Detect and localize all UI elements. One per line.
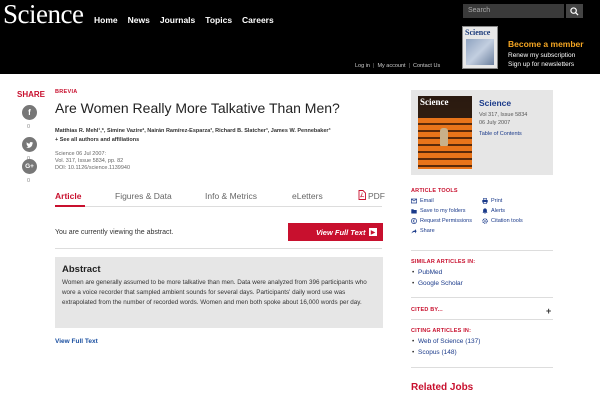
cited-by-heading[interactable]: CITED BY... <box>411 307 443 313</box>
article-tabs: Article Figures & Data Info & Metrics eL… <box>55 185 385 207</box>
newsletter-signup-link[interactable]: Sign up for newsletters <box>508 61 574 68</box>
nav-careers[interactable]: Careers <box>242 15 274 25</box>
site-header: Science Home News Journals Topics Career… <box>0 0 600 74</box>
science-logo[interactable]: Science <box>3 0 84 28</box>
my-account-link[interactable]: My account <box>377 63 405 69</box>
article-section-kicker[interactable]: BREVIA <box>55 89 78 95</box>
view-full-text-button[interactable]: View Full Text ▶ <box>288 223 383 241</box>
print-icon <box>482 198 488 204</box>
chevron-right-icon: ▶ <box>369 228 377 236</box>
search-icon <box>570 6 579 16</box>
bell-icon <box>482 208 488 214</box>
abstract-panel: Abstract Women are generally assumed to … <box>55 257 383 328</box>
contact-us-link[interactable]: Contact Us <box>413 63 440 69</box>
citation-tools-tool[interactable]: Citation tools <box>482 218 523 224</box>
separator: | <box>373 63 375 69</box>
nav-journals[interactable]: Journals <box>160 15 195 25</box>
google-scholar-link[interactable]: Google Scholar <box>412 280 463 287</box>
citing-articles-heading: CITING ARTICLES IN: <box>411 328 472 334</box>
nav-topics[interactable]: Topics <box>205 15 232 25</box>
main-nav: Home News Journals Topics Careers <box>94 15 274 25</box>
issue-cover-title: Science <box>420 97 449 107</box>
twitter-icon <box>25 141 33 148</box>
article-doi[interactable]: DOI: 10.1126/science.1139940 <box>55 165 130 171</box>
sidebar-divider <box>411 297 553 298</box>
cover-figure-art <box>440 128 448 146</box>
citation-tools-label: Citation tools <box>491 218 523 224</box>
search-button[interactable] <box>566 4 583 18</box>
article-volume: Vol. 317, Issue 5834, pp. 82 <box>55 158 124 164</box>
sidebar-divider <box>411 250 553 251</box>
facebook-share-button[interactable]: f <box>22 105 37 120</box>
alerts-label: Alerts <box>491 208 506 214</box>
expand-plus-icon[interactable]: + <box>546 306 551 316</box>
active-tab-indicator <box>55 205 85 207</box>
gear-icon <box>482 218 488 224</box>
google-plus-icon: G+ <box>25 163 34 170</box>
viewing-abstract-notice: You are currently viewing the abstract. <box>55 229 174 236</box>
share-label: SHARE <box>17 90 46 99</box>
tab-figures-data[interactable]: Figures & Data <box>115 191 172 201</box>
alerts-tool[interactable]: Alerts <box>482 208 505 214</box>
email-icon <box>411 198 417 204</box>
request-permissions-tool[interactable]: Request Permissions <box>411 218 472 224</box>
share-tool[interactable]: Share <box>411 228 435 234</box>
twitter-share-button[interactable] <box>22 137 37 152</box>
scopus-link[interactable]: Scopus (148) <box>412 349 457 356</box>
search-input[interactable]: Search <box>463 4 564 18</box>
account-links: Log in | My account | Contact Us <box>355 63 440 69</box>
similar-articles-heading: SIMILAR ARTICLES IN: <box>411 259 476 265</box>
see-all-authors-link[interactable]: + See all authors and affiliations <box>55 137 139 143</box>
share-icon <box>411 229 417 234</box>
pubmed-link[interactable]: PubMed <box>412 269 442 276</box>
view-full-text-label: View Full Text <box>316 227 366 237</box>
copyright-icon <box>411 218 417 224</box>
issue-cover-image[interactable]: Science <box>418 96 472 169</box>
view-full-text-link[interactable]: View Full Text <box>55 338 98 345</box>
save-to-folders-label: Save to my folders <box>420 208 466 214</box>
journal-name-link[interactable]: Science <box>479 98 511 108</box>
web-of-science-link[interactable]: Web of Science (137) <box>412 338 480 345</box>
email-tool-label: Email <box>420 198 434 204</box>
email-tool[interactable]: Email <box>411 198 434 204</box>
related-jobs-heading: Related Jobs <box>411 382 474 393</box>
sidebar-divider <box>411 367 553 368</box>
article-authors[interactable]: Matthias R. Mehl¹,*, Simine Vazire², Nai… <box>55 128 330 134</box>
request-permissions-label: Request Permissions <box>420 218 472 224</box>
abstract-heading: Abstract <box>62 264 101 275</box>
pdf-icon <box>358 190 366 200</box>
article-title: Are Women Really More Talkative Than Men… <box>55 100 340 116</box>
facebook-share-count: 0 <box>27 124 31 130</box>
cover-art <box>466 39 494 65</box>
nav-news[interactable]: News <box>128 15 150 25</box>
sidebar-divider <box>411 319 553 320</box>
issue-date: 06 July 2007 <box>479 120 511 126</box>
section-divider <box>55 248 382 249</box>
table-of-contents-link[interactable]: Table of Contents <box>479 131 522 137</box>
issue-volume: Vol 317, Issue 5834 <box>479 112 528 118</box>
share-tool-label: Share <box>420 228 435 234</box>
separator: | <box>408 63 410 69</box>
print-tool-label: Print <box>491 198 503 204</box>
nav-home[interactable]: Home <box>94 15 118 25</box>
tab-pdf[interactable]: PDF <box>368 191 385 201</box>
current-issue-cover[interactable]: Science <box>462 26 498 69</box>
tab-info-metrics[interactable]: Info & Metrics <box>205 191 257 201</box>
article-pub-date: Science 06 Jul 2007: <box>55 151 107 157</box>
article-tools-heading: ARTICLE TOOLS <box>411 188 458 194</box>
print-tool[interactable]: Print <box>482 198 502 204</box>
facebook-icon: f <box>28 108 31 117</box>
become-member-link[interactable]: Become a member <box>508 39 584 49</box>
tab-article[interactable]: Article <box>55 191 81 201</box>
tab-eletters[interactable]: eLetters <box>292 191 323 201</box>
renew-subscription-link[interactable]: Renew my subscription <box>508 52 575 59</box>
google-plus-share-count: 0 <box>27 178 31 184</box>
login-link[interactable]: Log in <box>355 63 370 69</box>
abstract-text: Women are generally assumed to be more t… <box>62 279 367 306</box>
folder-icon <box>411 209 417 214</box>
google-plus-share-button[interactable]: G+ <box>22 159 37 174</box>
cover-title: Science <box>465 28 491 37</box>
save-to-folders-tool[interactable]: Save to my folders <box>411 208 466 214</box>
